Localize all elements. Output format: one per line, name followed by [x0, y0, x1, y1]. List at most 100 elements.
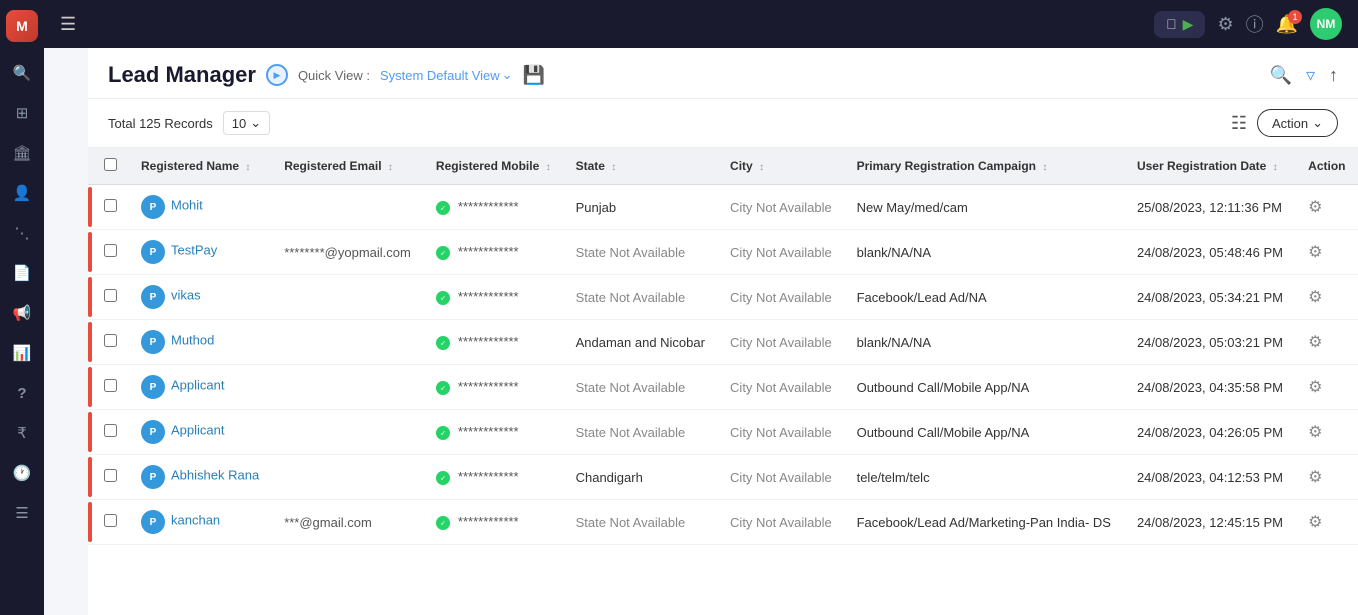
row-checkbox-td[interactable] [92, 230, 129, 275]
export-icon[interactable]: ↑ [1329, 65, 1338, 86]
row-gear-icon[interactable]: ⚙ [1308, 379, 1322, 396]
svg-text:✓: ✓ [440, 205, 446, 212]
sidebar-item-list[interactable]: ☰ [5, 496, 39, 530]
lead-date-cell: 24/08/2023, 04:35:58 PM [1125, 365, 1296, 410]
sidebar-item-rupee[interactable]: ₹ [5, 416, 39, 450]
row-gear-icon[interactable]: ⚙ [1308, 289, 1322, 306]
row-gear-icon[interactable]: ⚙ [1308, 199, 1322, 216]
help-circle-icon[interactable]: ⓘ [1246, 11, 1264, 37]
avatar[interactable]: NM [1310, 8, 1342, 40]
sidebar-item-chart[interactable]: 📊 [5, 336, 39, 370]
lead-name-link[interactable]: Muthod [171, 333, 214, 348]
lead-name-link[interactable]: Applicant [171, 423, 224, 438]
lead-city-cell: City Not Available [718, 455, 845, 500]
lead-mobile-cell: ✓************ [424, 455, 564, 500]
toolbar: Total 125 Records 10 ⌄ ☷ Action ⌄ [88, 99, 1358, 148]
whatsapp-icon: ✓ [436, 334, 454, 349]
select-all-header[interactable] [92, 148, 129, 185]
sidebar-item-building[interactable]: 🏛 [5, 136, 39, 170]
quick-view-dropdown[interactable]: System Default View ⌄ [380, 67, 513, 83]
grid-view-icon[interactable]: ☷ [1231, 113, 1247, 134]
play-store-icon: ▶ [1183, 16, 1194, 33]
lead-date-cell: 24/08/2023, 12:45:15 PM [1125, 500, 1296, 545]
sort-icon[interactable]: ↕ [245, 162, 250, 173]
lead-action-cell[interactable]: ⚙ [1296, 185, 1358, 230]
app-store-btn[interactable]:  ▶ [1154, 11, 1205, 38]
row-gear-icon[interactable]: ⚙ [1308, 334, 1322, 351]
lead-email-cell [272, 410, 424, 455]
play-info-icon[interactable]: ▶ [266, 64, 288, 86]
lead-name-link[interactable]: TestPay [171, 243, 217, 258]
row-checkbox-td[interactable] [92, 275, 129, 320]
svg-text:✓: ✓ [440, 385, 446, 392]
lead-name-link[interactable]: Abhishek Rana [171, 468, 259, 483]
row-checkbox[interactable] [104, 379, 117, 392]
row-checkbox[interactable] [104, 199, 117, 212]
sort-icon[interactable]: ↕ [611, 162, 616, 173]
row-gear-icon[interactable]: ⚙ [1308, 469, 1322, 486]
select-all-checkbox[interactable] [104, 158, 117, 171]
lead-campaign-cell: Outbound Call/Mobile App/NA [845, 365, 1125, 410]
mobile-number: ************ [458, 199, 519, 214]
sidebar-item-dashboard[interactable]: ⊞ [5, 96, 39, 130]
filter-icon[interactable]: ▿ [1306, 65, 1315, 86]
row-checkbox[interactable] [104, 244, 117, 257]
row-checkbox-td[interactable] [92, 410, 129, 455]
sort-icon[interactable]: ↕ [1042, 162, 1047, 173]
sidebar-item-help[interactable]: ? [5, 376, 39, 410]
lead-name-link[interactable]: vikas [171, 288, 201, 303]
per-page-select[interactable]: 10 ⌄ [223, 111, 270, 135]
lead-action-cell[interactable]: ⚙ [1296, 455, 1358, 500]
row-checkbox-td[interactable] [92, 500, 129, 545]
row-checkbox-td[interactable] [92, 365, 129, 410]
sidebar-item-person[interactable]: 👤 [5, 176, 39, 210]
lead-mobile-cell: ✓************ [424, 275, 564, 320]
sidebar-item-network[interactable]: ⋱ [5, 216, 39, 250]
sort-icon[interactable]: ↕ [759, 162, 764, 173]
lead-city-cell: City Not Available [718, 275, 845, 320]
save-view-icon[interactable]: 💾 [523, 65, 545, 86]
lead-action-cell[interactable]: ⚙ [1296, 410, 1358, 455]
lead-action-cell[interactable]: ⚙ [1296, 230, 1358, 275]
row-checkbox[interactable] [104, 514, 117, 527]
p-badge: P [141, 375, 165, 399]
sort-icon[interactable]: ↕ [388, 162, 393, 173]
row-gear-icon[interactable]: ⚙ [1308, 244, 1322, 261]
lead-name-cell: PMohit [129, 185, 272, 230]
sidebar-item-search[interactable]: 🔍 [5, 56, 39, 90]
hamburger-menu[interactable]: ☰ [60, 14, 76, 35]
sort-icon[interactable]: ↕ [546, 162, 551, 173]
p-badge: P [141, 330, 165, 354]
row-checkbox[interactable] [104, 424, 117, 437]
lead-name-link[interactable]: Applicant [171, 378, 224, 393]
action-chevron-icon: ⌄ [1312, 115, 1323, 131]
lead-name-link[interactable]: kanchan [171, 513, 220, 528]
row-checkbox-td[interactable] [92, 185, 129, 230]
lead-action-cell[interactable]: ⚙ [1296, 365, 1358, 410]
row-gear-icon[interactable]: ⚙ [1308, 424, 1322, 441]
row-checkbox-td[interactable] [92, 455, 129, 500]
lead-email-cell: ********@yopmail.com [272, 230, 424, 275]
action-button[interactable]: Action ⌄ [1257, 109, 1338, 137]
row-checkbox[interactable] [104, 469, 117, 482]
app-logo[interactable]: M [6, 10, 38, 42]
main-content: Lead Manager ▶ Quick View : System Defau… [88, 48, 1358, 615]
lead-action-cell[interactable]: ⚙ [1296, 275, 1358, 320]
sidebar-item-megaphone[interactable]: 📢 [5, 296, 39, 330]
row-checkbox[interactable] [104, 289, 117, 302]
lead-date-cell: 24/08/2023, 05:48:46 PM [1125, 230, 1296, 275]
settings-icon[interactable]: ⚙ [1217, 14, 1233, 35]
sidebar-item-clock[interactable]: 🕐 [5, 456, 39, 490]
sidebar-item-document[interactable]: 📄 [5, 256, 39, 290]
lead-action-cell[interactable]: ⚙ [1296, 500, 1358, 545]
table-row: PApplicant✓************State Not Availab… [88, 410, 1358, 455]
search-icon[interactable]: 🔍 [1270, 65, 1292, 86]
lead-name-link[interactable]: Mohit [171, 198, 203, 213]
lead-action-cell[interactable]: ⚙ [1296, 320, 1358, 365]
row-checkbox[interactable] [104, 334, 117, 347]
mobile-number: ************ [458, 244, 519, 259]
row-checkbox-td[interactable] [92, 320, 129, 365]
sort-icon[interactable]: ↕ [1273, 162, 1278, 173]
row-gear-icon[interactable]: ⚙ [1308, 514, 1322, 531]
notifications-btn[interactable]: 🔔 1 [1276, 14, 1298, 35]
